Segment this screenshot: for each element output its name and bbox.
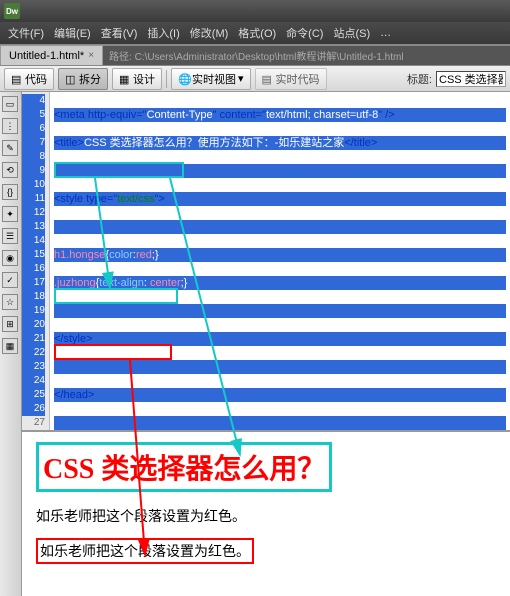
menu-view[interactable]: 查看(V) (97, 23, 142, 43)
tool-icon[interactable]: ☰ (2, 228, 18, 244)
document-tab[interactable]: Untitled-1.html* × (0, 45, 103, 65)
code-view-button[interactable]: ▤代码 (4, 68, 54, 90)
tool-icon[interactable]: ✓ (2, 272, 18, 288)
tool-icon[interactable]: ☆ (2, 294, 18, 310)
tool-icon[interactable]: ⊞ (2, 316, 18, 332)
tool-icon[interactable]: ▭ (2, 96, 18, 112)
livecode-icon: ▤ (262, 73, 274, 85)
menu-insert[interactable]: 插入(I) (143, 23, 183, 43)
path-value: C:\Users\Administrator\Desktop\html教程讲解\… (135, 52, 404, 63)
tool-icon[interactable]: ⟲ (2, 162, 18, 178)
menu-site[interactable]: 站点(S) (329, 23, 374, 43)
code-text[interactable]: <meta http-equiv="Content-Type" content=… (50, 92, 510, 430)
content: 4567891011121314151617181920212223242526… (22, 92, 510, 596)
preview-p1: 如乐老师把这个段落设置为红色。 (36, 506, 496, 526)
preview-h1: CSS 类选择器怎么用？ (36, 442, 332, 492)
code-icon: ▤ (11, 73, 23, 85)
line-gutter: 4567891011121314151617181920212223242526… (22, 92, 50, 430)
menu-command[interactable]: 命令(C) (282, 23, 327, 43)
split-icon: ◫ (65, 73, 77, 85)
tool-icon[interactable]: ◉ (2, 250, 18, 266)
design-view-button[interactable]: ▦设计 (112, 68, 162, 90)
app-logo-icon: Dw (4, 3, 20, 19)
close-icon[interactable]: × (88, 50, 94, 61)
menu-modify[interactable]: 修改(M) (186, 23, 233, 43)
title-label: 标题: (407, 71, 432, 87)
view-toolbar: ▤代码 ◫拆分 ▦设计 🌐实时视图▾ ▤实时代码 标题: (0, 66, 510, 92)
code-sidebar: ▭ ⋮ ✎ ⟲ {} ✦ ☰ ◉ ✓ ☆ ⊞ ▦ (0, 92, 22, 596)
menu-edit[interactable]: 编辑(E) (50, 23, 95, 43)
tool-icon[interactable]: ✦ (2, 206, 18, 222)
divider (166, 70, 167, 88)
tool-icon[interactable]: ✎ (2, 140, 18, 156)
main: ▭ ⋮ ✎ ⟲ {} ✦ ☰ ◉ ✓ ☆ ⊞ ▦ 456789101112131… (0, 92, 510, 596)
title-input[interactable] (436, 71, 506, 87)
tab-label: Untitled-1.html* (9, 50, 84, 62)
live-view-button[interactable]: 🌐实时视图▾ (171, 68, 251, 90)
design-preview[interactable]: CSS 类选择器怎么用？ 如乐老师把这个段落设置为红色。 如乐老师把这个段落设置… (22, 432, 510, 596)
live-icon: 🌐 (178, 73, 190, 85)
path-label: 路径: (109, 52, 132, 63)
tool-icon[interactable]: ▦ (2, 338, 18, 354)
preview-p2: 如乐老师把这个段落设置为红色。 (36, 538, 254, 564)
menu-file[interactable]: 文件(F) (4, 23, 48, 43)
design-icon: ▦ (119, 73, 131, 85)
menubar: 文件(F) 编辑(E) 查看(V) 插入(I) 修改(M) 格式(O) 命令(C… (0, 22, 510, 44)
live-code-button[interactable]: ▤实时代码 (255, 68, 327, 90)
tool-icon[interactable]: {} (2, 184, 18, 200)
path-bar: 路径: C:\Users\Administrator\Desktop\html教… (103, 46, 510, 65)
split-view-button[interactable]: ◫拆分 (58, 68, 108, 90)
titlebar: Dw (0, 0, 510, 22)
menu-format[interactable]: 格式(O) (234, 23, 280, 43)
menu-more[interactable]: … (376, 25, 395, 41)
tabbar: Untitled-1.html* × 路径: C:\Users\Administ… (0, 44, 510, 66)
tool-icon[interactable]: ⋮ (2, 118, 18, 134)
code-editor[interactable]: 4567891011121314151617181920212223242526… (22, 92, 510, 432)
chevron-down-icon: ▾ (238, 72, 244, 85)
